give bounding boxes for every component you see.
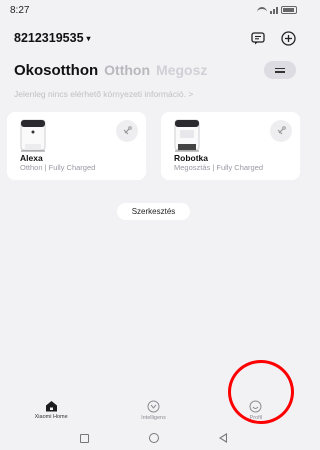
nav-label: Xiaomi Home: [34, 414, 68, 420]
back-icon[interactable]: [219, 433, 227, 443]
tab-okosotthon[interactable]: Okosotthon: [14, 62, 98, 79]
nav-item-intelligens[interactable]: Intelligens: [118, 400, 188, 421]
tab-megosztas[interactable]: Megosz: [156, 62, 207, 78]
robot-vacuum-icon: [174, 119, 200, 152]
device-status: Megosztás | Fully Charged: [174, 163, 264, 172]
power-icon[interactable]: [270, 120, 292, 142]
environment-info-link[interactable]: Jelenleg nincs elérhető környezeti infor…: [14, 89, 193, 99]
robot-vacuum-icon: [20, 119, 46, 152]
power-icon[interactable]: [116, 120, 138, 142]
account-id: 8212319535: [14, 31, 84, 45]
device-card-alexa[interactable]: Alexa Otthon | Fully Charged: [7, 112, 146, 180]
highlight-annotation: [228, 360, 294, 424]
home-circle-icon[interactable]: [149, 433, 159, 443]
header-actions: [250, 30, 296, 46]
battery-icon: [281, 6, 297, 14]
signal-icon: [270, 6, 278, 14]
tab-otthon[interactable]: Otthon: [104, 62, 150, 78]
message-icon[interactable]: [250, 30, 266, 46]
device-name: Alexa: [20, 153, 43, 163]
status-bar: 8:27: [0, 0, 307, 20]
device-status: Otthon | Fully Charged: [20, 163, 96, 172]
tabs-menu: [256, 59, 296, 81]
add-icon[interactable]: [280, 30, 296, 46]
nav-item-xiaomi-home[interactable]: Xiaomi Home: [16, 400, 86, 420]
edit-button[interactable]: Szerkesztés: [117, 203, 190, 220]
chevron-down-icon: ▾: [86, 33, 91, 43]
status-time: 8:27: [10, 4, 30, 16]
device-name: Robotka: [174, 153, 208, 163]
system-navigation-bar: [0, 426, 307, 450]
room-tabs: Okosotthon Otthon Megosz: [14, 59, 296, 81]
home-icon: [45, 401, 57, 412]
wifi-icon: [257, 6, 267, 14]
nav-label: Intelligens: [141, 415, 166, 421]
status-icons: [257, 6, 297, 14]
device-card-robotka[interactable]: Robotka Megosztás | Fully Charged: [161, 112, 300, 180]
menu-icon[interactable]: [264, 61, 296, 79]
smart-icon: [147, 400, 160, 413]
header: 8212319535 ▾: [14, 28, 296, 48]
recent-apps-icon[interactable]: [80, 433, 89, 443]
account-switcher[interactable]: 8212319535 ▾: [14, 31, 91, 45]
